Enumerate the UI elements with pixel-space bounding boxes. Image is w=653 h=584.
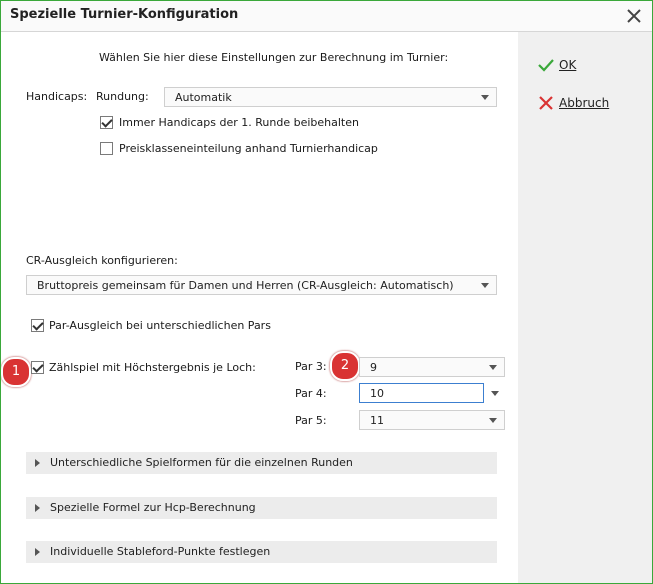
cancel-label: Abbruch bbox=[559, 96, 610, 110]
dialog-window: Spezielle Turnier-Konfiguration Wählen S… bbox=[0, 0, 653, 584]
price-classes-checkbox[interactable] bbox=[100, 142, 113, 155]
section-label: Individuelle Stableford-Punkte festlegen bbox=[50, 545, 271, 558]
close-icon bbox=[627, 9, 641, 23]
button-panel: OK Abbruch bbox=[518, 32, 652, 583]
par-ausgleich-checkbox[interactable] bbox=[31, 319, 44, 332]
chevron-down-icon bbox=[484, 411, 504, 429]
par3-select[interactable]: 9 bbox=[359, 357, 505, 377]
keep-first-round-checkbox[interactable] bbox=[100, 116, 113, 129]
rundung-value: Automatik bbox=[175, 91, 232, 104]
cross-icon bbox=[539, 96, 553, 110]
par4-value: 10 bbox=[370, 387, 384, 400]
section-label: Unterschiedliche Spielformen für die ein… bbox=[50, 456, 353, 469]
ok-button[interactable]: OK bbox=[538, 55, 576, 75]
zaehlspiel-label: Zählspiel mit Höchstergebnis je Loch: bbox=[49, 361, 256, 374]
par4-label: Par 4: bbox=[295, 387, 327, 400]
par-ausgleich-label: Par-Ausgleich bei unterschiedlichen Pars bbox=[49, 319, 271, 332]
chevron-down-icon bbox=[476, 276, 496, 294]
cr-label: CR-Ausgleich konfigurieren: bbox=[26, 254, 178, 267]
close-button[interactable] bbox=[622, 4, 646, 28]
par5-value: 11 bbox=[370, 414, 384, 427]
intro-text: Wählen Sie hier diese Einstellungen zur … bbox=[99, 51, 449, 64]
marker-badge-2: 2 bbox=[330, 351, 360, 381]
chevron-right-icon bbox=[35, 548, 40, 556]
cr-select[interactable]: Bruttopreis gemeinsam für Damen und Herr… bbox=[26, 275, 497, 295]
par3-label: Par 3: bbox=[295, 360, 327, 373]
chevron-down-icon bbox=[476, 88, 496, 106]
par5-select[interactable]: 11 bbox=[359, 410, 505, 430]
price-classes-label: Preisklasseneinteilung anhand Turnierhan… bbox=[119, 142, 378, 155]
rundung-label: Rundung: bbox=[96, 90, 149, 103]
par4-select[interactable]: 10 bbox=[359, 383, 484, 403]
section-hcp-formel[interactable]: Spezielle Formel zur Hcp-Berechnung bbox=[26, 497, 497, 519]
section-spielformen[interactable]: Unterschiedliche Spielformen für die ein… bbox=[26, 452, 497, 474]
chevron-right-icon bbox=[35, 459, 40, 467]
checkmark-icon bbox=[538, 59, 554, 72]
marker-badge-1: 1 bbox=[1, 357, 31, 387]
par5-label: Par 5: bbox=[295, 414, 327, 427]
zaehlspiel-checkbox[interactable] bbox=[31, 361, 44, 374]
handicaps-label: Handicaps: bbox=[26, 90, 88, 103]
rundung-select[interactable]: Automatik bbox=[164, 87, 497, 107]
section-label: Spezielle Formel zur Hcp-Berechnung bbox=[50, 501, 256, 514]
chevron-down-icon bbox=[484, 358, 504, 376]
dialog-title: Spezielle Turnier-Konfiguration bbox=[10, 7, 239, 22]
ok-label: OK bbox=[559, 58, 577, 72]
cr-value: Bruttopreis gemeinsam für Damen und Herr… bbox=[37, 279, 454, 292]
chevron-down-icon[interactable] bbox=[485, 383, 505, 403]
chevron-right-icon bbox=[35, 504, 40, 512]
par3-value: 9 bbox=[370, 361, 377, 374]
title-bar: Spezielle Turnier-Konfiguration bbox=[1, 1, 652, 32]
cancel-button[interactable]: Abbruch bbox=[538, 93, 609, 113]
keep-first-round-label: Immer Handicaps der 1. Runde beibehalten bbox=[119, 116, 359, 129]
section-stableford[interactable]: Individuelle Stableford-Punkte festlegen bbox=[26, 541, 497, 563]
